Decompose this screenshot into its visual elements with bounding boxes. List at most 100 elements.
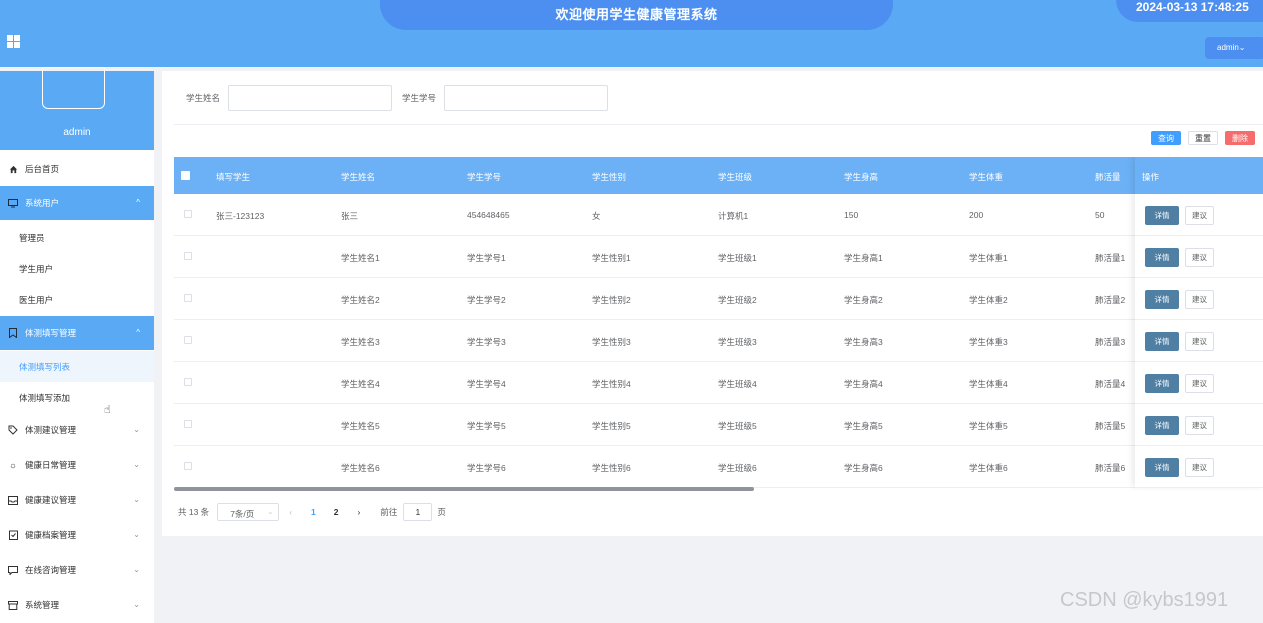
sidebar-item-suggestion-management[interactable]: 体测建议管理 ⌄	[0, 413, 154, 447]
menu-toggle-icon[interactable]	[7, 35, 20, 48]
sidebar-item-health-records[interactable]: 健康档案管理 ⌄	[0, 518, 154, 552]
table-cell: 学生学号1	[467, 253, 506, 263]
detail-button[interactable]: 详情	[1145, 332, 1179, 351]
watermark: CSDN @kybs1991	[1060, 589, 1229, 611]
table-cell: 张三-123123	[216, 211, 265, 221]
sidebar-item-label: 后台首页	[25, 164, 60, 174]
table-cell: 学生姓名5	[341, 421, 380, 431]
sidebar-subitem-fill-add[interactable]: 体测填写添加	[0, 382, 154, 413]
detail-button[interactable]: 详情	[1145, 416, 1179, 435]
table-cell: 学生性别6	[592, 463, 631, 473]
reset-button[interactable]: 重置	[1188, 131, 1218, 145]
table-cell: 学生身高4	[844, 379, 883, 389]
column-header[interactable]: 学生身高	[844, 171, 878, 183]
table-cell: 学生班级2	[718, 295, 757, 305]
delete-button[interactable]: 删除	[1225, 131, 1255, 145]
detail-button[interactable]: 详情	[1145, 374, 1179, 393]
page-number[interactable]: 1	[311, 507, 316, 517]
table-row[interactable]: 学生姓名1 学生学号1 学生性别1 学生班级1 学生身高1 学生体重1 肺活量1	[174, 236, 1263, 278]
page-number[interactable]: 2	[334, 507, 339, 517]
table-row[interactable]: 学生姓名2 学生学号2 学生性别2 学生班级2 学生身高2 学生体重2 肺活量2	[174, 278, 1263, 320]
goto-page-input[interactable]: 1	[403, 503, 433, 521]
sidebar-item-fill-management[interactable]: 体测填写管理 ^	[0, 316, 154, 350]
user-menu-button[interactable]: admin⌄	[1205, 37, 1263, 59]
sidebar-subitem-student-users[interactable]: 学生用户	[0, 253, 154, 284]
table-cell: 学生身高5	[844, 421, 883, 431]
row-checkbox[interactable]	[184, 462, 192, 470]
student-name-input[interactable]	[228, 85, 393, 111]
suggest-button[interactable]: 建议	[1185, 416, 1214, 435]
column-header[interactable]: 填写学生	[216, 171, 250, 183]
column-header[interactable]: 学生体重	[969, 171, 1003, 183]
table-cell: 学生学号2	[467, 295, 506, 305]
chevron-down-icon: ⌄	[133, 425, 140, 434]
suggest-button[interactable]: 建议	[1185, 374, 1214, 393]
box-icon	[8, 600, 18, 610]
table-cell: 学生体重1	[969, 253, 1008, 263]
row-checkbox[interactable]	[184, 252, 192, 260]
table-cell: 肺活量1	[1095, 253, 1126, 263]
row-checkbox[interactable]	[184, 336, 192, 344]
table-cell: 学生体重5	[969, 421, 1008, 431]
detail-button[interactable]: 详情	[1145, 458, 1179, 477]
sidebar-item-label: 健康建议管理	[25, 495, 77, 505]
sidebar-item-label: 健康档案管理	[25, 530, 77, 540]
sidebar-subitem-admin[interactable]: 管理员	[0, 222, 154, 253]
table-cell: 计算机1	[718, 211, 749, 221]
column-header[interactable]: 学生班级	[718, 171, 752, 183]
student-id-input[interactable]	[444, 85, 609, 111]
clipboard-icon	[8, 530, 18, 540]
table-cell: 肺活量3	[1095, 337, 1126, 347]
sidebar-item-system-users[interactable]: 系统用户 ^	[0, 186, 154, 220]
table-cell: 50	[1095, 210, 1105, 220]
select-all-checkbox[interactable]	[181, 171, 190, 180]
avatar	[42, 67, 105, 109]
sidebar-item-home[interactable]: 后台首页	[0, 152, 154, 186]
table-row[interactable]: 学生姓名3 学生学号3 学生性别3 学生班级3 学生身高3 学生体重3 肺活量3	[174, 320, 1263, 362]
suggest-button[interactable]: 建议	[1185, 458, 1214, 477]
sidebar-subitem-fill-list[interactable]: 体测填写列表	[0, 351, 154, 382]
table-row[interactable]: 学生姓名5 学生学号5 学生性别5 学生班级5 学生身高5 学生体重5 肺活量5	[174, 404, 1263, 446]
row-checkbox[interactable]	[184, 378, 192, 386]
detail-button[interactable]: 详情	[1145, 290, 1179, 309]
detail-button[interactable]: 详情	[1145, 206, 1179, 225]
page-size-select[interactable]: 7条/页 ⌄	[217, 503, 280, 521]
table-cell: 学生身高2	[844, 295, 883, 305]
table-cell: 学生体重6	[969, 463, 1008, 473]
detail-button[interactable]: 详情	[1145, 248, 1179, 267]
column-header[interactable]: 学生姓名	[341, 171, 375, 183]
row-checkbox[interactable]	[184, 420, 192, 428]
query-button[interactable]: 查询	[1151, 131, 1181, 145]
sidebar-subitem-doctor-users[interactable]: 医生用户	[0, 284, 154, 315]
table-cell: 学生姓名3	[341, 337, 380, 347]
column-header[interactable]: 学生学号	[467, 171, 501, 183]
table-cell: 学生学号5	[467, 421, 506, 431]
tag-icon	[8, 425, 18, 435]
sidebar-item-system-management[interactable]: 系统管理 ⌄	[0, 588, 154, 622]
table-cell: 学生学号4	[467, 379, 506, 389]
suggest-button[interactable]: 建议	[1185, 206, 1214, 225]
suggest-button[interactable]: 建议	[1185, 290, 1214, 309]
sidebar-item-health-advice[interactable]: 健康建议管理 ⌄	[0, 483, 154, 517]
column-header[interactable]: 肺活量	[1095, 171, 1121, 183]
next-page-icon[interactable]: ›	[358, 507, 361, 517]
table-row[interactable]: 学生姓名6 学生学号6 学生性别6 学生班级6 学生身高6 学生体重6 肺活量6	[174, 446, 1263, 488]
column-header[interactable]: 学生性别	[592, 171, 626, 183]
sidebar-item-daily-health[interactable]: ☼ 健康日常管理 ⌄	[0, 448, 154, 482]
table-cell: 女	[592, 211, 601, 221]
table-cell: 454648465	[467, 210, 510, 220]
horizontal-scrollbar[interactable]	[174, 487, 754, 491]
suggest-button[interactable]: 建议	[1185, 332, 1214, 351]
table-cell: 张三	[341, 211, 359, 221]
prev-page-icon[interactable]: ‹	[289, 507, 292, 517]
table-row[interactable]: 学生姓名4 学生学号4 学生性别4 学生班级4 学生身高4 学生体重4 肺活量4	[174, 362, 1263, 404]
row-checkbox[interactable]	[184, 210, 192, 218]
action-buttons: 查询 重置 删除	[1144, 131, 1255, 145]
chevron-down-icon: ⌄	[133, 460, 140, 469]
row-checkbox[interactable]	[184, 294, 192, 302]
table-row[interactable]: 张三-123123 张三 454648465 女 计算机1 150 200 50	[174, 194, 1263, 236]
sidebar-item-label: 在线咨询管理	[25, 565, 77, 575]
sidebar-item-online-consult[interactable]: 在线咨询管理 ⌄	[0, 553, 154, 587]
suggest-button[interactable]: 建议	[1185, 248, 1214, 267]
table-cell: 学生身高6	[844, 463, 883, 473]
